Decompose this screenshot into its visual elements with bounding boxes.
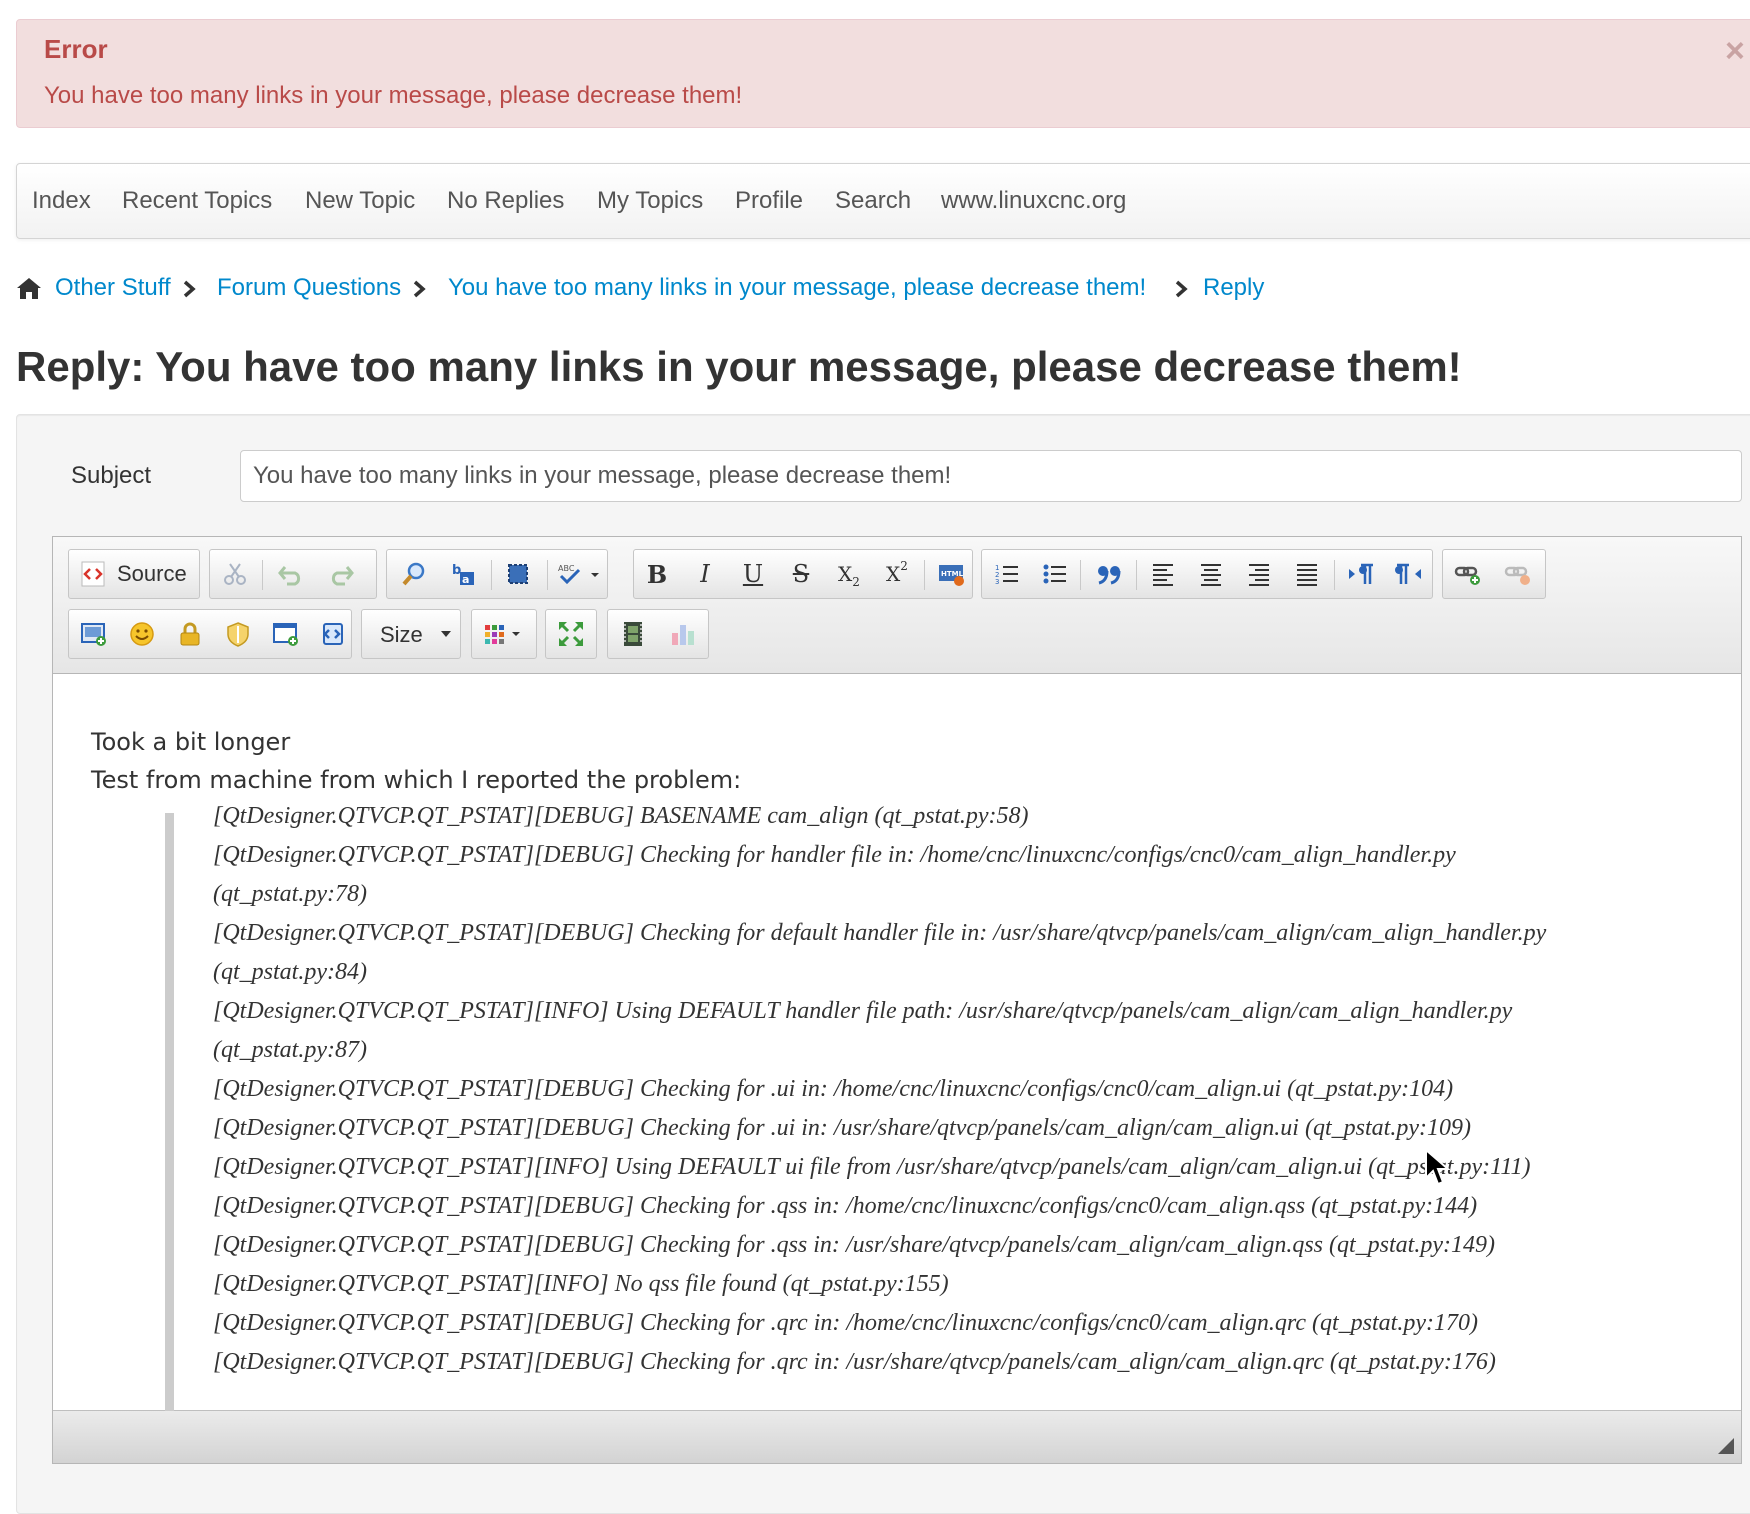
- resize-grip-icon[interactable]: [1717, 1437, 1735, 1455]
- home-icon[interactable]: [16, 275, 42, 301]
- size-dropdown[interactable]: Size: [361, 609, 461, 659]
- numbered-list-icon[interactable]: 123: [984, 550, 1030, 598]
- log-line: [QtDesigner.QTVCP.QT_PSTAT][DEBUG] Check…: [213, 920, 1547, 946]
- log-line: (qt_pstat.py:78): [213, 881, 367, 907]
- align-justify-icon[interactable]: [1284, 550, 1330, 598]
- breadcrumb-reply[interactable]: Reply: [1203, 274, 1264, 302]
- page-title: Reply: You have too many links in your m…: [16, 343, 1462, 390]
- nav-profile[interactable]: Profile: [735, 164, 803, 238]
- html-icon[interactable]: HTML: [928, 550, 974, 598]
- subject-input[interactable]: [240, 450, 1742, 502]
- log-line: [QtDesigner.QTVCP.QT_PSTAT][DEBUG] BASEN…: [213, 803, 1029, 829]
- align-right-icon[interactable]: [1236, 550, 1282, 598]
- breadcrumb-forum-questions[interactable]: Forum Questions: [217, 274, 401, 302]
- breadcrumb-other-stuff[interactable]: Other Stuff: [55, 274, 171, 302]
- nav-new-topic[interactable]: New Topic: [305, 164, 415, 238]
- alert-title: Error: [44, 34, 108, 64]
- log-line: [QtDesigner.QTVCP.QT_PSTAT][DEBUG] Check…: [213, 1193, 1478, 1219]
- select-all-icon[interactable]: [495, 550, 541, 598]
- subscript-button[interactable]: X2: [826, 550, 872, 598]
- breadcrumb-topic[interactable]: You have too many links in your message,…: [448, 274, 1146, 302]
- text-direction-ltr-icon[interactable]: [1338, 550, 1384, 598]
- log-line: [QtDesigner.QTVCP.QT_PSTAT][INFO] No qss…: [213, 1271, 949, 1297]
- log-line: [QtDesigner.QTVCP.QT_PSTAT][INFO] Using …: [213, 998, 1513, 1024]
- undo-icon[interactable]: [268, 550, 314, 598]
- superscript-button[interactable]: X2: [874, 550, 920, 598]
- maximize-icon[interactable]: [548, 610, 594, 658]
- toolbar-group-basicstyles: B I U S X2 X2 HTML: [633, 549, 973, 599]
- log-line: (qt_pstat.py:84): [213, 959, 367, 985]
- shield-icon[interactable]: [215, 610, 261, 658]
- caret-down-icon: [441, 631, 451, 637]
- mouse-cursor-icon: [1425, 1148, 1450, 1186]
- video-icon[interactable]: [610, 610, 656, 658]
- blockquote-icon[interactable]: [1086, 550, 1132, 598]
- svg-text:ABC: ABC: [558, 564, 575, 573]
- editor-toolbar: Source ba ABC B I U S X 2 X 2 HTML 1 2 3…: [53, 537, 1741, 674]
- svg-text:3: 3: [995, 578, 999, 586]
- align-center-icon[interactable]: [1188, 550, 1234, 598]
- replace-icon[interactable]: ba: [441, 550, 487, 598]
- error-alert: Error You have too many links in your me…: [16, 19, 1750, 128]
- toolbar-group-insert: [68, 609, 352, 659]
- color-palette-icon: [485, 625, 520, 644]
- chart-icon[interactable]: [660, 610, 706, 658]
- toolbar-group-paragraph: 123: [981, 549, 1433, 599]
- chevron-right-icon: [1175, 280, 1188, 298]
- log-line: [QtDesigner.QTVCP.QT_PSTAT][DEBUG] Check…: [213, 1076, 1454, 1102]
- cut-icon[interactable]: [212, 550, 258, 598]
- emoji-icon[interactable]: [119, 610, 165, 658]
- text-color-dropdown[interactable]: [471, 609, 537, 659]
- source-button[interactable]: Source: [117, 561, 187, 587]
- code-snippet-icon[interactable]: [309, 610, 355, 658]
- bold-button[interactable]: B: [634, 550, 680, 598]
- editor-footer: [53, 1410, 1741, 1463]
- spellcheck-dropdown[interactable]: ABC: [553, 550, 605, 598]
- close-icon[interactable]: ×: [1725, 34, 1745, 68]
- link-icon[interactable]: [1445, 550, 1491, 598]
- size-dropdown-label: Size: [380, 622, 423, 647]
- log-line: [QtDesigner.QTVCP.QT_PSTAT][DEBUG] Check…: [213, 1115, 1471, 1141]
- underline-button[interactable]: U: [730, 550, 776, 598]
- log-line: [QtDesigner.QTVCP.QT_PSTAT][DEBUG] Check…: [213, 1349, 1496, 1375]
- lock-icon[interactable]: [167, 610, 213, 658]
- italic-button[interactable]: I: [682, 550, 728, 598]
- svg-text:b: b: [452, 563, 461, 578]
- find-icon[interactable]: [391, 550, 437, 598]
- log-line: [QtDesigner.QTVCP.QT_PSTAT][DEBUG] Check…: [213, 1310, 1478, 1336]
- log-line: (qt_pstat.py:87): [213, 1037, 367, 1063]
- toolbar-group-clipboard: [209, 549, 377, 599]
- log-line: [QtDesigner.QTVCP.QT_PSTAT][INFO] Using …: [213, 1154, 1531, 1180]
- strikethrough-button[interactable]: S: [778, 550, 824, 598]
- nav-my-topics[interactable]: My Topics: [597, 164, 703, 238]
- alert-message: You have too many links in your message,…: [44, 82, 743, 109]
- bullet-list-icon[interactable]: [1032, 550, 1078, 598]
- rich-text-editor: Source ba ABC B I U S X 2 X 2 HTML 1 2 3…: [52, 536, 1742, 1464]
- log-line: [QtDesigner.QTVCP.QT_PSTAT][DEBUG] Check…: [213, 842, 1456, 868]
- main-navbar: Index Recent Topics New Topic No Replies…: [16, 163, 1750, 239]
- toolbar-group-editing: ba ABC: [386, 549, 608, 599]
- text-direction-rtl-icon[interactable]: [1386, 550, 1432, 598]
- svg-text:a: a: [462, 573, 469, 586]
- iframe-icon[interactable]: [263, 610, 309, 658]
- toolbar-group-document: Source: [68, 549, 200, 599]
- toolbar-group-media: [607, 609, 709, 659]
- chevron-right-icon: [183, 280, 196, 298]
- source-icon[interactable]: [75, 550, 111, 598]
- unlink-icon[interactable]: [1495, 550, 1541, 598]
- subject-label: Subject: [71, 462, 152, 489]
- align-left-icon[interactable]: [1140, 550, 1186, 598]
- toolbar-group-links: [1442, 549, 1546, 599]
- toolbar-group-tools: [545, 609, 597, 659]
- nav-no-replies[interactable]: No Replies: [447, 164, 564, 238]
- image-icon[interactable]: [71, 610, 117, 658]
- nav-linuxcnc-link[interactable]: www.linuxcnc.org: [941, 164, 1126, 238]
- nav-recent-topics[interactable]: Recent Topics: [122, 164, 272, 238]
- chevron-right-icon: [413, 280, 426, 298]
- nav-search[interactable]: Search: [835, 164, 911, 238]
- log-line: [QtDesigner.QTVCP.QT_PSTAT][DEBUG] Check…: [213, 1232, 1495, 1258]
- nav-index[interactable]: Index: [32, 164, 91, 238]
- redo-icon[interactable]: [318, 550, 364, 598]
